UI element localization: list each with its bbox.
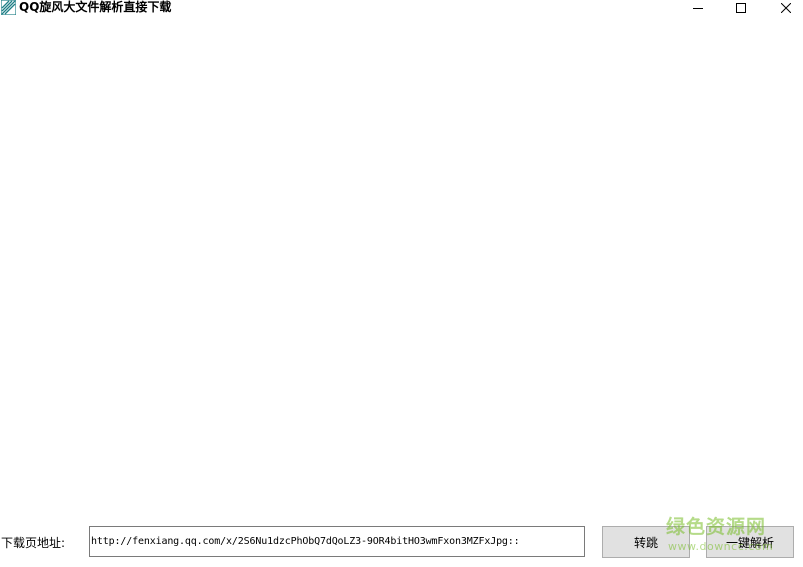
content-area [0, 16, 803, 567]
close-icon [781, 3, 791, 13]
title-bar[interactable]: QQ旋风大文件解析直接下载 [0, 0, 803, 16]
maximize-icon [736, 3, 746, 13]
parse-button[interactable]: 一键解析 [706, 526, 794, 558]
address-label: 下载页地址: [1, 536, 66, 550]
app-icon [0, 0, 17, 16]
window-title: QQ旋风大文件解析直接下载 [19, 0, 172, 14]
app-window: QQ旋风大文件解析直接下载 下载页地址: 转跳 一键解析 绿色资源网 www.d… [0, 0, 803, 567]
minimize-button[interactable] [675, 0, 721, 16]
maximize-button[interactable] [718, 0, 764, 16]
minimize-icon [693, 3, 703, 13]
jump-button[interactable]: 转跳 [602, 526, 690, 558]
url-input[interactable] [89, 526, 585, 557]
close-button[interactable] [763, 0, 803, 16]
